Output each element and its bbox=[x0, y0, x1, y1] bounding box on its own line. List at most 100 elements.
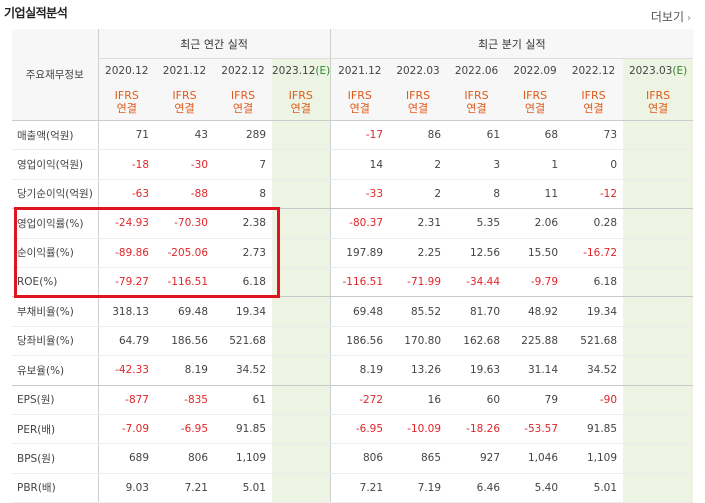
accounting-basis: IFRS 연결 bbox=[97, 83, 155, 121]
basis-ifrs: IFRS bbox=[114, 88, 139, 102]
quarter-value: 521.68 bbox=[564, 326, 624, 357]
table-row: EPS(원) -877 -835 61 -272 16 60 79 -90 bbox=[12, 385, 694, 415]
annual-value: 19.34 bbox=[214, 296, 272, 327]
annual-value: 186.56 bbox=[155, 326, 214, 357]
basis-consolidated: 연결 bbox=[232, 101, 254, 115]
accounting-basis: IFRS 연결 bbox=[329, 83, 390, 121]
table-row: 당기순이익(억원) -63 -88 8 -33 2 8 11 -12 bbox=[12, 179, 694, 210]
row-header-label: 주요재무정보 bbox=[12, 29, 98, 121]
row-label: 영업이익률(%) bbox=[12, 208, 98, 239]
quarter-value: -10.09 bbox=[389, 414, 448, 445]
annual-value: -79.27 bbox=[97, 267, 155, 298]
row-label: PER(배) bbox=[12, 414, 98, 445]
table-row: PER(배) -7.09 -6.95 91.85 -6.95 -10.09 -18.26 -5… bbox=[12, 414, 694, 445]
annual-value: 91.85 bbox=[214, 414, 272, 445]
quarter-value bbox=[623, 385, 694, 415]
annual-value: 43 bbox=[155, 120, 214, 151]
quarter-value bbox=[623, 443, 694, 474]
row-label: EPS(원) bbox=[12, 385, 98, 415]
period-quarter: 2021.12 bbox=[329, 58, 390, 83]
period-quarter: 2022.06 bbox=[447, 58, 507, 83]
quarter-value: 2.31 bbox=[389, 208, 448, 239]
row-label: 당기순이익(억원) bbox=[12, 179, 98, 210]
estimate-period: 2023.12 bbox=[272, 65, 316, 77]
quarter-value: -71.99 bbox=[389, 267, 448, 298]
annual-value: 521.68 bbox=[214, 326, 272, 357]
basis-ifrs: IFRS bbox=[288, 88, 313, 102]
period-annual: 2020.12 bbox=[97, 58, 155, 83]
quarter-value: 5.40 bbox=[506, 473, 565, 503]
quarter-value: 2.06 bbox=[506, 208, 565, 239]
estimate-mark: (E) bbox=[672, 65, 688, 77]
annual-value: -89.86 bbox=[97, 238, 155, 268]
quarter-value: 2 bbox=[389, 149, 448, 180]
table-row: 순이익률(%) -89.86 -205.06 2.73 197.89 2.25 12.56 1… bbox=[12, 238, 694, 268]
quarter-value bbox=[623, 120, 694, 151]
quarter-value: 8 bbox=[447, 179, 507, 210]
annual-value bbox=[272, 385, 331, 415]
table-row: 영업이익률(%) -24.93 -70.30 2.38 -80.37 2.31 5.35 2.… bbox=[12, 208, 694, 239]
basis-ifrs: IFRS bbox=[522, 88, 548, 102]
annual-value: 7.21 bbox=[155, 473, 214, 503]
quarter-value: 48.92 bbox=[506, 296, 565, 327]
quarter-value: 11 bbox=[506, 179, 565, 210]
row-label: 순이익률(%) bbox=[12, 238, 98, 268]
annual-value: -63 bbox=[97, 179, 155, 210]
accounting-basis: IFRS 연결 bbox=[389, 83, 448, 121]
annual-value: 5.01 bbox=[214, 473, 272, 503]
quarter-value: 3 bbox=[447, 149, 507, 180]
accounting-basis: IFRS 연결 bbox=[155, 83, 214, 121]
quarter-value: 86 bbox=[389, 120, 448, 151]
row-label: 당좌비율(%) bbox=[12, 326, 98, 357]
table-row: 유보율(%) -42.33 8.19 34.52 8.19 13.26 19.63 31.14… bbox=[12, 355, 694, 386]
basis-consolidated: 연결 bbox=[524, 101, 546, 115]
financial-summary-table: 주요재무정보 최근 연간 실적 최근 분기 실적 2020.12 2021.12 2… bbox=[12, 29, 694, 503]
annual-value: -18 bbox=[97, 149, 155, 180]
row-label: 영업이익(억원) bbox=[12, 149, 98, 180]
quarter-value: 225.88 bbox=[506, 326, 565, 357]
quarter-value bbox=[623, 355, 694, 386]
quarter-value: -6.95 bbox=[329, 414, 390, 445]
annual-value: -30 bbox=[155, 149, 214, 180]
annual-value bbox=[272, 443, 331, 474]
basis-consolidated: 연결 bbox=[116, 101, 137, 115]
period-quarter: 2022.12 bbox=[564, 58, 624, 83]
quarter-value: -33 bbox=[329, 179, 390, 210]
more-link[interactable]: 더보기 › bbox=[651, 8, 691, 25]
row-label: ROE(%) bbox=[12, 267, 98, 298]
quarter-value: -53.57 bbox=[506, 414, 565, 445]
quarter-value: -116.51 bbox=[329, 267, 390, 298]
quarter-value: -34.44 bbox=[447, 267, 507, 298]
quarter-value: -9.79 bbox=[506, 267, 565, 298]
accounting-basis: IFRS 연결 bbox=[272, 83, 331, 121]
quarter-value: -18.26 bbox=[447, 414, 507, 445]
basis-consolidated: 연결 bbox=[349, 101, 370, 115]
row-label: 부채비율(%) bbox=[12, 296, 98, 327]
annual-value bbox=[272, 179, 331, 210]
quarter-value: 34.52 bbox=[564, 355, 624, 386]
table-row: 당좌비율(%) 64.79 186.56 521.68 186.56 170.80 162.… bbox=[12, 326, 694, 357]
annual-value: -70.30 bbox=[155, 208, 214, 239]
table-row: 부채비율(%) 318.13 69.48 19.34 69.48 85.52 81.70 48… bbox=[12, 296, 694, 327]
period-quarter-estimate: 2023.03(E) bbox=[623, 58, 694, 83]
annual-value bbox=[272, 208, 331, 239]
basis-ifrs: IFRS bbox=[347, 88, 372, 102]
quarter-value: 6.18 bbox=[564, 267, 624, 298]
quarter-value: 5.01 bbox=[564, 473, 624, 503]
quarter-value: 865 bbox=[389, 443, 448, 474]
annual-value bbox=[272, 120, 331, 151]
quarter-value: 79 bbox=[506, 385, 565, 415]
quarter-value: 2.25 bbox=[389, 238, 448, 268]
accounting-basis: IFRS 연결 bbox=[623, 83, 694, 121]
annual-value: 689 bbox=[97, 443, 155, 474]
annual-value: 2.73 bbox=[214, 238, 272, 268]
annual-value: -24.93 bbox=[97, 208, 155, 239]
quarter-value: 927 bbox=[447, 443, 507, 474]
annual-value: -877 bbox=[97, 385, 155, 415]
annual-value: 2.38 bbox=[214, 208, 272, 239]
quarter-value: 61 bbox=[447, 120, 507, 151]
quarter-value: -12 bbox=[564, 179, 624, 210]
row-label: BPS(원) bbox=[12, 443, 98, 474]
basis-consolidated: 연결 bbox=[290, 101, 311, 115]
quarterly-group-header: 최근 분기 실적 bbox=[329, 29, 694, 59]
